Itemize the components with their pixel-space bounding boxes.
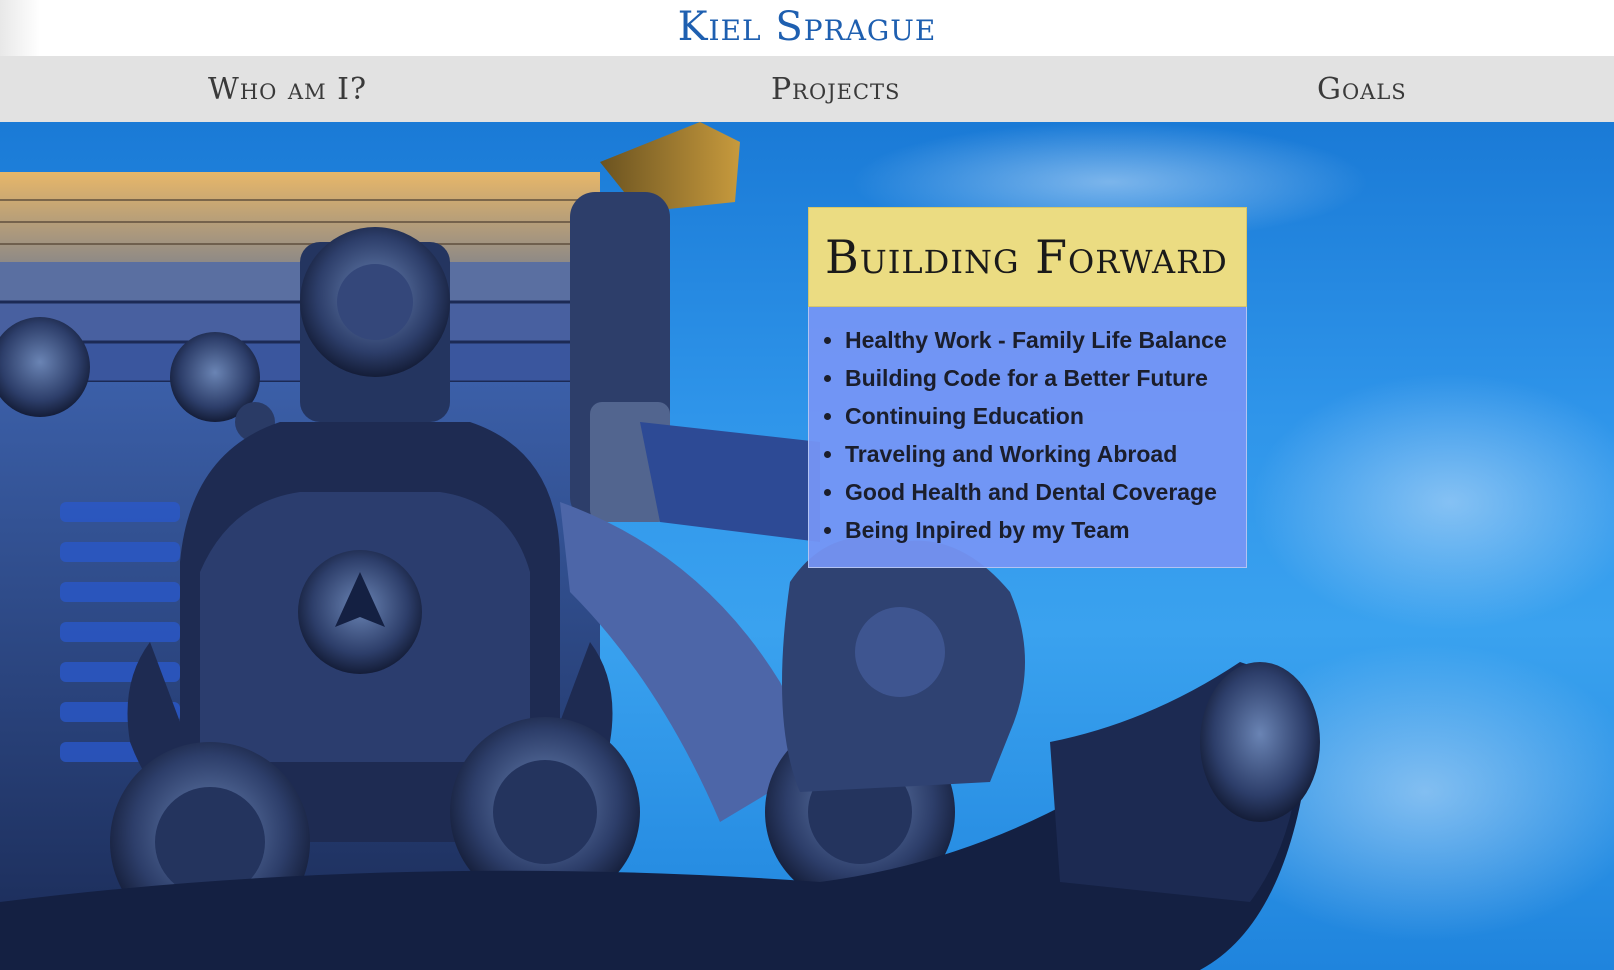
list-item: Healthy Work - Family Life Balance <box>845 321 1236 359</box>
list-item: Traveling and Working Abroad <box>845 435 1236 473</box>
header-edge-shade <box>0 0 40 56</box>
list-item: Good Health and Dental Coverage <box>845 473 1236 511</box>
site-header: Kiel Sprague <box>0 0 1614 56</box>
list-item: Continuing Education <box>845 397 1236 435</box>
hero-section: Building Forward Healthy Work - Family L… <box>0 122 1614 970</box>
nav-item-who-am-i[interactable]: Who am I? <box>208 56 367 122</box>
goals-panel: Building Forward Healthy Work - Family L… <box>808 207 1247 568</box>
nav-item-projects[interactable]: Projects <box>771 56 900 122</box>
panel-header: Building Forward <box>808 207 1247 307</box>
panel-body: Healthy Work - Family Life Balance Build… <box>808 307 1247 568</box>
panel-title: Building Forward <box>825 230 1228 284</box>
goal-list: Healthy Work - Family Life Balance Build… <box>809 321 1236 549</box>
temple-roof-image <box>0 122 1320 970</box>
list-item: Being Inpired by my Team <box>845 511 1236 549</box>
nav-bar: Who am I? Projects Goals <box>0 56 1614 122</box>
nav-item-goals[interactable]: Goals <box>1317 56 1407 122</box>
list-item: Building Code for a Better Future <box>845 359 1236 397</box>
site-title[interactable]: Kiel Sprague <box>678 4 937 50</box>
